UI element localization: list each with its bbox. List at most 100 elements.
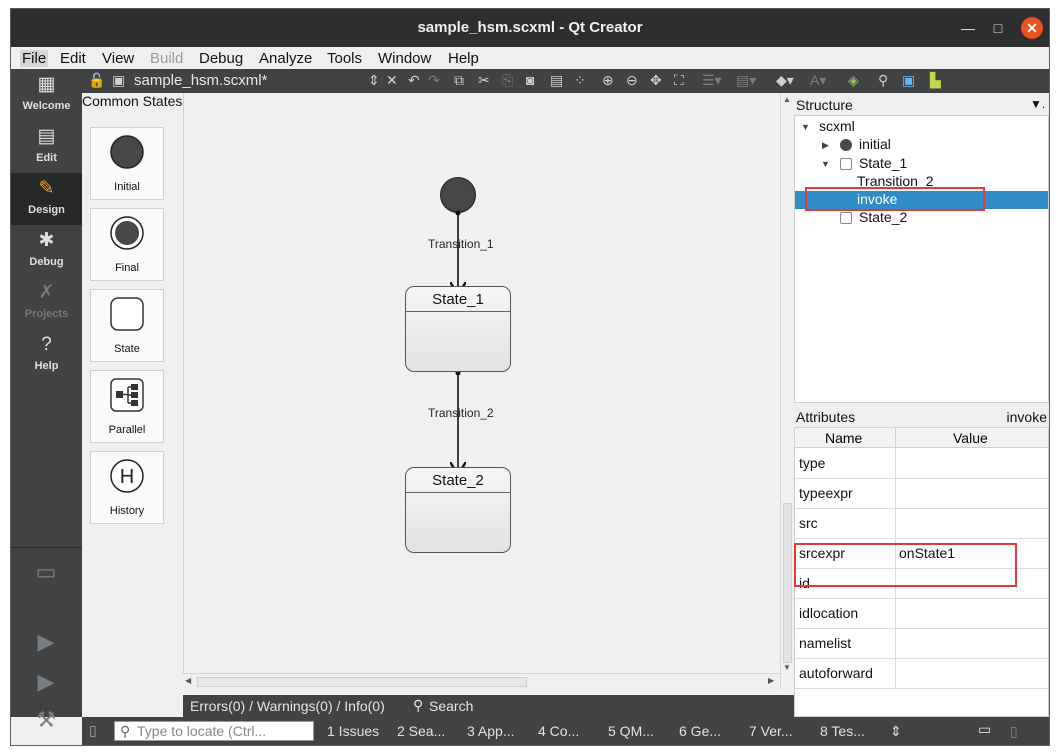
export-icon[interactable]: ▤: [550, 72, 563, 89]
editor-toolbar: 🔓 ▣ sample_hsm.scxml* ⇕ ✕ ↶ ↷ ⧉ ✂ ⎘ ◙ ▤ …: [82, 69, 1049, 93]
palette-state[interactable]: State: [90, 289, 164, 362]
transition-1-label[interactable]: Transition_1: [428, 237, 494, 251]
menu-view[interactable]: View: [102, 50, 134, 67]
pane-compile-output[interactable]: 4 Co...: [538, 723, 579, 739]
tree-item-scxml[interactable]: ▼ scxml: [795, 118, 1048, 136]
adjust-size-icon[interactable]: ▤▾: [736, 72, 756, 89]
statistics-icon[interactable]: ▙: [930, 72, 941, 89]
mode-projects[interactable]: ✗ Projects: [11, 277, 82, 329]
redo-icon[interactable]: ↷: [428, 72, 440, 89]
pane-search-results[interactable]: 2 Sea...: [397, 723, 445, 739]
state-1-node[interactable]: State_1: [405, 286, 511, 372]
fill-color-icon[interactable]: ◆▾: [776, 72, 794, 89]
menu-analyze[interactable]: Analyze: [259, 50, 312, 67]
menu-edit[interactable]: Edit: [60, 50, 86, 67]
toggle-sidebar-icon[interactable]: ▯: [89, 722, 97, 739]
menu-help[interactable]: Help: [448, 50, 479, 67]
expanded-arrow-icon[interactable]: ▼: [801, 122, 810, 132]
menu-tools[interactable]: Tools: [327, 50, 362, 67]
close-document-icon[interactable]: ✕: [386, 72, 398, 89]
toggle-right-sidebar-icon[interactable]: ▯: [1010, 723, 1018, 740]
attribute-row-src[interactable]: src: [795, 508, 1048, 539]
font-color-icon[interactable]: A▾: [810, 72, 826, 89]
zoom-in-icon[interactable]: ⊕: [602, 72, 614, 89]
screenshot-icon[interactable]: ◙: [526, 72, 534, 88]
pane-version-control[interactable]: 7 Ver...: [749, 723, 793, 739]
align-icon[interactable]: ☰▾: [702, 72, 722, 89]
collapsed-arrow-icon[interactable]: ▶: [822, 140, 829, 151]
state-palette: Initial Final State Parallel H History: [82, 115, 183, 717]
monitor-icon[interactable]: ▭: [33, 559, 59, 585]
filter-icon[interactable]: ▼.: [1030, 97, 1045, 111]
screenshot-view-icon[interactable]: ▣: [902, 72, 915, 89]
menu-file[interactable]: File: [20, 50, 49, 67]
palette-history[interactable]: H History: [90, 451, 164, 524]
canvas-horizontal-scrollbar[interactable]: ◀ ▶: [183, 673, 780, 690]
palette-initial[interactable]: Initial: [90, 127, 164, 200]
state-chart-canvas[interactable]: Transition_1 Transition_2 State_1 State_…: [183, 93, 781, 689]
build-hammer-icon[interactable]: ⚒: [33, 707, 59, 733]
pane-application-output[interactable]: 3 App...: [467, 723, 514, 739]
canvas-vertical-scrollbar[interactable]: ▲ ▼: [780, 93, 794, 689]
menu-window[interactable]: Window: [378, 50, 431, 67]
mode-help[interactable]: ? Help: [11, 329, 82, 381]
mode-edit[interactable]: ▤ Edit: [11, 121, 82, 173]
state-color-icon[interactable]: ◈: [848, 72, 859, 89]
tree-item-initial[interactable]: ▶ initial: [795, 136, 1048, 154]
expanded-arrow-icon[interactable]: ▼: [821, 159, 830, 169]
error-counts[interactable]: Errors(0) / Warnings(0) / Info(0): [190, 698, 385, 714]
paste-icon[interactable]: ⎘: [502, 72, 513, 89]
scroll-left-icon[interactable]: ◀: [185, 676, 191, 685]
locator-input[interactable]: ⚲ Type to locate (Ctrl...: [114, 721, 314, 741]
pan-icon[interactable]: ✥: [650, 72, 662, 89]
zoom-out-icon[interactable]: ⊖: [626, 72, 638, 89]
tree-item-scxml-label: scxml: [819, 118, 855, 134]
run-icon[interactable]: ▶: [33, 629, 59, 655]
attribute-row-namelist[interactable]: namelist: [795, 628, 1048, 659]
attribute-row-autoforward[interactable]: autoforward: [795, 658, 1048, 689]
transition-2-label[interactable]: Transition_2: [428, 406, 494, 420]
adjust-icon[interactable]: ⁘: [574, 72, 586, 89]
attribute-row-idlocation[interactable]: idlocation: [795, 598, 1048, 629]
menu-debug[interactable]: Debug: [199, 50, 243, 67]
state-2-node[interactable]: State_2: [405, 467, 511, 553]
undo-icon[interactable]: ↶: [408, 72, 420, 89]
fit-icon[interactable]: ⛶: [674, 72, 684, 89]
tree-item-state-2[interactable]: State_2: [795, 209, 1048, 227]
copy-icon[interactable]: ⧉: [454, 72, 464, 89]
pane-test-results[interactable]: 8 Tes...: [820, 723, 865, 739]
open-document-name[interactable]: sample_hsm.scxml*: [134, 72, 267, 89]
pane-selector-icon[interactable]: ⇕: [890, 723, 902, 740]
horizontal-scroll-thumb[interactable]: [197, 677, 527, 687]
document-dropdown-icon[interactable]: ⇕: [368, 72, 380, 89]
mode-design[interactable]: ✎ Design: [11, 173, 82, 225]
palette-final[interactable]: Final: [90, 208, 164, 281]
attribute-row-typeexpr[interactable]: typeexpr: [795, 478, 1048, 509]
pane-qml-debugger[interactable]: 5 QM...: [608, 723, 654, 739]
palette-parallel[interactable]: Parallel: [90, 370, 164, 443]
close-button[interactable]: ✕: [1021, 17, 1043, 39]
column-name-header[interactable]: Name: [825, 430, 862, 446]
mode-debug[interactable]: ✱ Debug: [11, 225, 82, 277]
maximize-button[interactable]: □: [987, 17, 1009, 39]
column-value-header[interactable]: Value: [953, 430, 988, 446]
scroll-right-icon[interactable]: ▶: [768, 676, 774, 685]
pane-issues[interactable]: 1 Issues: [327, 723, 379, 739]
search-button[interactable]: Search: [429, 698, 473, 714]
vertical-scroll-thumb[interactable]: [783, 503, 792, 663]
search-icon[interactable]: ⚲: [878, 72, 888, 89]
debug-run-icon[interactable]: ▶: [33, 669, 59, 695]
mode-debug-label: Debug: [29, 256, 64, 268]
attribute-row-type[interactable]: type: [795, 448, 1048, 479]
tree-item-initial-label: initial: [859, 136, 891, 152]
document-icon: ▤: [37, 126, 56, 147]
scroll-down-icon[interactable]: ▼: [783, 663, 791, 672]
scroll-up-icon[interactable]: ▲: [783, 95, 791, 104]
menu-build[interactable]: Build: [150, 50, 183, 67]
cut-icon[interactable]: ✂: [478, 72, 490, 89]
tree-item-state-1[interactable]: ▼ State_1: [795, 155, 1048, 173]
progress-details-icon[interactable]: ▭: [978, 721, 991, 738]
mode-welcome[interactable]: ▦ Welcome: [11, 69, 82, 121]
pane-general-messages[interactable]: 6 Ge...: [679, 723, 721, 739]
minimize-button[interactable]: —: [957, 17, 979, 39]
